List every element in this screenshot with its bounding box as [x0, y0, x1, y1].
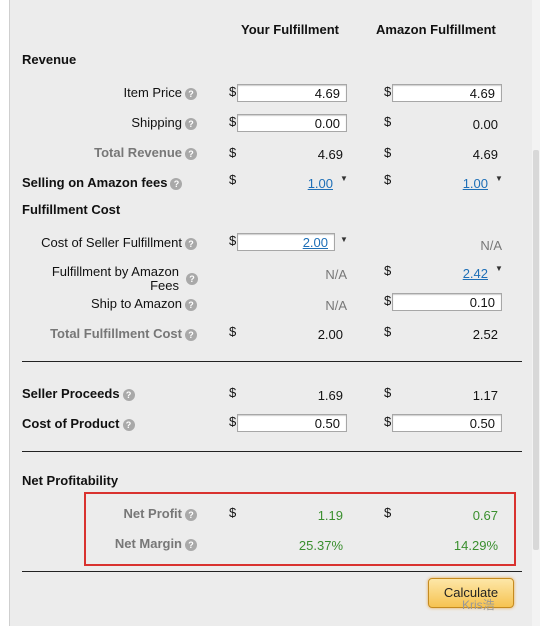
currency-symbol: $: [384, 84, 392, 99]
help-icon[interactable]: ?: [185, 298, 197, 311]
currency-symbol: $: [384, 505, 392, 520]
chevron-down-icon[interactable]: ▼: [495, 264, 503, 273]
ship-to-amazon-amazon-input[interactable]: 0.10: [392, 293, 502, 311]
seller-proceeds-amazon-value: 1.17: [472, 388, 498, 403]
currency-symbol: $: [229, 145, 237, 160]
label-cost-of-product: Cost of Product?: [22, 416, 135, 431]
label-text: Cost of Seller Fulfillment: [41, 235, 182, 250]
item-price-amazon-input[interactable]: 4.69: [392, 84, 502, 102]
total-fulfillment-your-value: 2.00: [317, 327, 343, 342]
net-profit-amazon-value: 0.67: [472, 508, 498, 523]
help-icon[interactable]: ?: [185, 147, 197, 160]
help-icon[interactable]: ?: [185, 508, 197, 521]
currency-symbol: $: [384, 414, 392, 429]
label-total-fulfillment-cost: Total Fulfillment Cost?: [50, 326, 197, 341]
chevron-down-icon[interactable]: ▼: [340, 235, 348, 244]
help-icon[interactable]: ?: [122, 418, 135, 431]
currency-symbol: $: [384, 293, 392, 308]
label-seller-proceeds: Seller Proceeds?: [22, 386, 135, 401]
chevron-down-icon[interactable]: ▼: [495, 174, 503, 183]
cost-seller-fulfillment-amazon-value: N/A: [480, 238, 502, 253]
label-text: Net Profit: [123, 506, 183, 521]
label-text: Seller Proceeds: [22, 386, 120, 401]
cost-seller-fulfillment-your-input[interactable]: 2.00: [237, 233, 335, 251]
total-revenue-amazon-value: 4.69: [472, 147, 498, 162]
highlight-box: [84, 492, 516, 566]
scrollbar-thumb[interactable]: [533, 150, 539, 550]
currency-symbol: $: [229, 324, 237, 339]
label-text: Shipping: [131, 115, 182, 130]
help-icon[interactable]: ?: [122, 388, 135, 401]
help-icon[interactable]: ?: [185, 328, 197, 341]
help-icon[interactable]: ?: [170, 177, 183, 190]
currency-symbol: $: [229, 172, 237, 187]
currency-symbol: $: [384, 114, 392, 129]
label-text: Ship to Amazon: [90, 296, 182, 311]
currency-symbol: $: [384, 172, 392, 187]
help-icon[interactable]: ?: [185, 538, 197, 551]
label-text: Fees: [150, 278, 179, 293]
total-revenue-your-value: 4.69: [317, 147, 343, 162]
fba-fees-amazon-link[interactable]: 2.42: [392, 266, 488, 281]
label-item-price: Item Price?: [123, 85, 197, 100]
currency-symbol: $: [384, 145, 392, 160]
label-text: Cost of Product: [22, 416, 120, 431]
divider: [22, 361, 522, 362]
currency-symbol: $: [384, 263, 392, 278]
header-amazon-fulfillment: Amazon Fulfillment: [376, 22, 496, 37]
label-shipping: Shipping?: [131, 115, 197, 130]
label-text: Net Margin: [114, 536, 182, 551]
currency-symbol: $: [384, 385, 392, 400]
cost-of-product-amazon-input[interactable]: 0.50: [392, 414, 502, 432]
label-fba-fees: Fulfillment by Amazon Fees: [52, 265, 179, 293]
label-text: Selling on Amazon fees: [22, 175, 168, 190]
label-text: Total Fulfillment Cost: [50, 326, 182, 341]
label-net-margin: Net Margin?: [115, 536, 197, 551]
watermark: Kris浩: [462, 598, 495, 612]
currency-symbol: $: [229, 84, 237, 99]
header-your-fulfillment: Your Fulfillment: [241, 22, 339, 37]
currency-symbol: $: [229, 385, 237, 400]
label-cost-seller-fulfillment: Cost of Seller Fulfillment?: [41, 235, 197, 250]
label-selling-fees: Selling on Amazon fees?: [22, 175, 183, 190]
label-ship-to-amazon: Ship to Amazon?: [91, 296, 197, 311]
section-revenue: Revenue: [22, 52, 77, 67]
total-fulfillment-amazon-value: 2.52: [472, 327, 498, 342]
cost-of-product-your-input[interactable]: 0.50: [237, 414, 347, 432]
help-icon[interactable]: ?: [185, 237, 197, 250]
divider: [22, 571, 522, 572]
help-icon[interactable]: ?: [185, 87, 197, 100]
net-margin-amazon-value: 14.29%: [453, 538, 498, 553]
help-icon[interactable]: ?: [185, 117, 197, 130]
selling-fees-amazon-link[interactable]: 1.00: [392, 176, 488, 191]
divider: [22, 451, 522, 452]
help-icon[interactable]: ?: [186, 273, 198, 285]
shipping-amazon-value: 0.00: [472, 117, 498, 132]
net-profit-your-value: 1.19: [317, 508, 343, 523]
section-fulfillment-cost: Fulfillment Cost: [22, 202, 121, 217]
currency-symbol: $: [229, 233, 237, 248]
section-net-profitability: Net Profitability: [22, 473, 119, 488]
selling-fees-your-link[interactable]: 1.00: [237, 176, 333, 191]
label-total-revenue: Total Revenue?: [94, 145, 197, 160]
label-text: Item Price: [123, 85, 182, 100]
fba-fees-your-value: N/A: [325, 267, 347, 282]
label-text: Fulfillment by Amazon: [51, 264, 179, 279]
item-price-your-input[interactable]: 4.69: [237, 84, 347, 102]
currency-symbol: $: [229, 505, 237, 520]
seller-proceeds-your-value: 1.69: [317, 388, 343, 403]
label-text: Total Revenue: [94, 145, 182, 160]
currency-symbol: $: [229, 114, 237, 129]
currency-symbol: $: [384, 324, 392, 339]
label-net-profit: Net Profit?: [123, 506, 197, 521]
shipping-your-input[interactable]: 0.00: [237, 114, 347, 132]
currency-symbol: $: [229, 414, 237, 429]
net-margin-your-value: 25.37%: [298, 538, 343, 553]
ship-to-amazon-your-value: N/A: [325, 298, 347, 313]
chevron-down-icon[interactable]: ▼: [340, 174, 348, 183]
